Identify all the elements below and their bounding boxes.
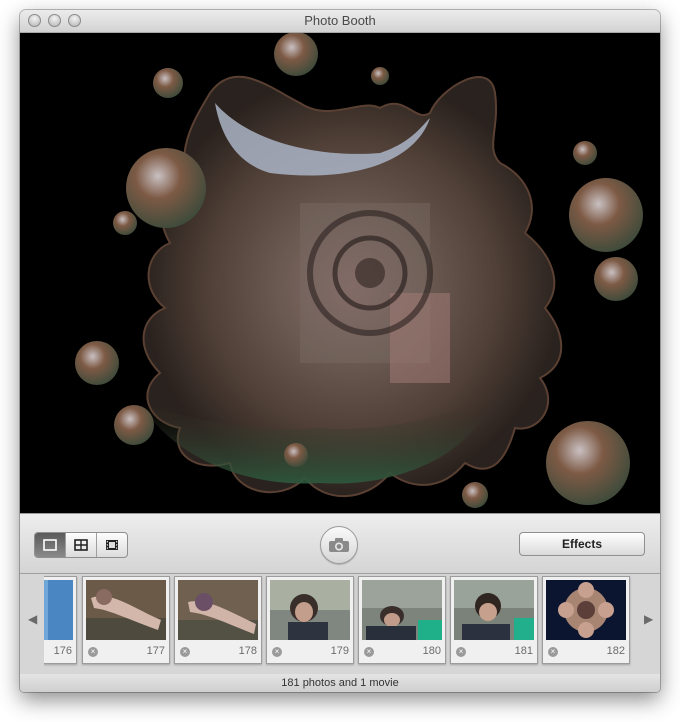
- photo-thumbnail: [454, 580, 534, 640]
- photo-number: 176: [53, 645, 72, 657]
- photo-number: 180: [422, 645, 441, 657]
- photo-thumbnail: [44, 580, 73, 640]
- delete-photo-icon[interactable]: ×: [272, 647, 282, 657]
- photo-thumbnail: [178, 580, 258, 640]
- photo-booth-window: Photo Booth Effects ◀ 176 × 177 × 178 × …: [20, 10, 660, 692]
- photo-thumbnail: [546, 580, 626, 640]
- toolbar: Effects: [20, 513, 660, 574]
- photo-strip: ◀ 176 × 177 × 178 × 179 × 180 × 181 × 18…: [20, 573, 660, 675]
- photo-number: 177: [146, 645, 165, 657]
- window-title: Photo Booth: [304, 13, 376, 28]
- scroll-left-arrow-icon[interactable]: ◀: [28, 612, 37, 626]
- photo-thumbnail: [270, 580, 350, 640]
- thumbnail-list: 176 × 177 × 178 × 179 × 180 × 181 × 182: [44, 574, 640, 674]
- delete-photo-icon[interactable]: ×: [180, 647, 190, 657]
- four-up-grid-icon: [74, 539, 88, 551]
- effect-preview-image: [20, 33, 660, 513]
- thumbnail-181[interactable]: × 181: [450, 576, 538, 664]
- status-bar: 181 photos and 1 movie: [20, 674, 660, 692]
- single-view-button[interactable]: [35, 533, 66, 557]
- photo-number: 181: [514, 645, 533, 657]
- photo-thumbnail: [362, 580, 442, 640]
- delete-photo-icon[interactable]: ×: [364, 647, 374, 657]
- film-strip-icon: [106, 540, 118, 550]
- camera-preview: [20, 33, 660, 513]
- movie-view-button[interactable]: [97, 533, 127, 557]
- photo-thumbnail: [86, 580, 166, 640]
- thumbnail-177[interactable]: × 177: [82, 576, 170, 664]
- thumbnail-182[interactable]: × 182: [542, 576, 630, 664]
- thumbnail-179[interactable]: × 179: [266, 576, 354, 664]
- delete-photo-icon[interactable]: ×: [88, 647, 98, 657]
- thumbnail-180[interactable]: × 180: [358, 576, 446, 664]
- photo-number: 178: [238, 645, 257, 657]
- thumbnail-178[interactable]: × 178: [174, 576, 262, 664]
- title-bar: Photo Booth: [20, 10, 660, 33]
- scroll-right-arrow-icon[interactable]: ▶: [644, 612, 653, 626]
- thumbnail-176[interactable]: 176: [44, 576, 77, 664]
- single-photo-icon: [43, 539, 57, 551]
- photo-number: 182: [606, 645, 625, 657]
- photo-number: 179: [330, 645, 349, 657]
- grid-view-button[interactable]: [66, 533, 97, 557]
- take-photo-button[interactable]: [320, 526, 358, 564]
- effects-button[interactable]: Effects: [519, 532, 645, 556]
- delete-photo-icon[interactable]: ×: [456, 647, 466, 657]
- view-mode-selector[interactable]: [34, 532, 128, 558]
- camera-icon: [329, 538, 349, 552]
- delete-photo-icon[interactable]: ×: [548, 647, 558, 657]
